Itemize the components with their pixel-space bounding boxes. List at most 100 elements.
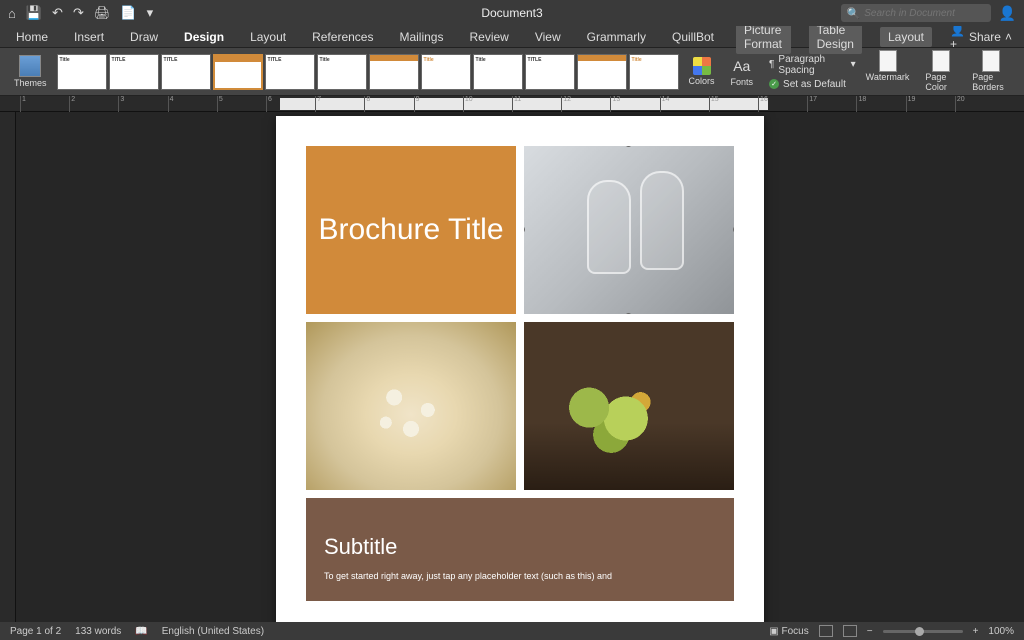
search-box[interactable]: 🔍 — [841, 4, 991, 22]
resize-handle-se[interactable] — [733, 313, 734, 314]
tab-review[interactable]: Review — [465, 28, 512, 46]
share-icon: 👤+ — [950, 23, 965, 51]
language-indicator[interactable]: English (United States) — [162, 626, 264, 637]
tab-home[interactable]: Home — [12, 28, 52, 46]
ribbon-tabs: Home Insert Draw Design Layout Reference… — [0, 26, 1024, 48]
tab-references[interactable]: References — [308, 28, 377, 46]
paragraph-icon: ¶ — [769, 59, 774, 70]
image-pasta-dish[interactable] — [306, 322, 516, 490]
page[interactable]: Brochure Title — [276, 116, 764, 622]
themes-label: Themes — [14, 78, 47, 88]
theme-thumb[interactable]: TITLE — [265, 54, 315, 90]
customize-icon[interactable]: 📄 — [120, 5, 136, 21]
tab-mailings[interactable]: Mailings — [395, 28, 447, 46]
watermark-icon — [879, 50, 897, 72]
search-input[interactable] — [864, 8, 984, 19]
zoom-in[interactable]: + — [973, 626, 979, 637]
theme-thumb[interactable]: TITLE — [577, 54, 627, 90]
view-print-layout[interactable] — [819, 625, 833, 637]
theme-thumb-selected[interactable]: Title — [213, 54, 263, 90]
resize-handle-s[interactable] — [625, 313, 632, 314]
page-color-button[interactable]: Page Color — [919, 51, 962, 92]
print-icon[interactable]: 🖨 — [94, 5, 111, 21]
check-icon: ✓ — [769, 79, 779, 89]
title-bar: ⌂ 💾 ↶ ↷ 🖨 📄 ▾ Document3 🔍 👤 — [0, 0, 1024, 26]
dropdown-icon[interactable]: ▾ — [147, 5, 154, 21]
tab-view[interactable]: View — [531, 28, 565, 46]
resize-handle-nw[interactable] — [524, 146, 525, 147]
tab-table-layout[interactable]: Layout — [880, 27, 932, 47]
share-label: Share — [969, 30, 1001, 44]
resize-handle-e[interactable] — [733, 226, 734, 233]
theme-thumb[interactable]: TITLE — [161, 54, 211, 90]
chevron-up-icon[interactable]: ˄ — [1005, 30, 1012, 44]
resize-handle-w[interactable] — [524, 226, 525, 233]
page-color-icon — [932, 50, 950, 72]
subtitle-text[interactable]: Subtitle — [324, 534, 716, 560]
spellcheck-icon[interactable]: 📖 — [135, 626, 147, 637]
fonts-icon: Aa — [732, 56, 752, 76]
tab-insert[interactable]: Insert — [70, 28, 108, 46]
paragraph-spacing-button[interactable]: ¶ Paragraph Spacing ▾ — [769, 54, 856, 76]
search-icon: 🔍 — [847, 7, 861, 20]
save-icon[interactable]: 💾 — [26, 5, 42, 21]
document-area: Brochure Title — [0, 112, 1024, 622]
themes-button[interactable]: Themes — [8, 55, 53, 88]
vertical-ruler[interactable] — [0, 112, 16, 622]
colors-icon — [693, 57, 711, 75]
quick-access-toolbar: ⌂ 💾 ↶ ↷ 🖨 📄 ▾ — [8, 5, 153, 21]
zoom-level[interactable]: 100% — [988, 626, 1014, 637]
horizontal-ruler[interactable]: 1234567891011121314151617181920 — [0, 96, 1024, 112]
fonts-button[interactable]: Aa Fonts — [725, 56, 760, 87]
undo-icon[interactable]: ↶ — [52, 5, 63, 21]
colors-button[interactable]: Colors — [683, 57, 721, 86]
share-button[interactable]: 👤+ Share ˄ — [950, 23, 1012, 51]
word-count[interactable]: 133 words — [75, 626, 121, 637]
canvas[interactable]: Brochure Title — [16, 112, 1024, 622]
tab-design[interactable]: Design — [180, 28, 228, 46]
theme-thumb[interactable]: TITLE — [109, 54, 159, 90]
theme-thumb[interactable]: Title — [629, 54, 679, 90]
brochure-title-cell[interactable]: Brochure Title — [306, 146, 516, 314]
home-icon[interactable]: ⌂ — [8, 6, 16, 21]
resize-handle-sw[interactable] — [524, 313, 525, 314]
document-formatting-gallery: Title TITLE TITLE Title TITLE Title TITL… — [57, 54, 679, 90]
status-bar: Page 1 of 2 133 words 📖 English (United … — [0, 622, 1024, 640]
ribbon: Themes Title TITLE TITLE Title TITLE Tit… — [0, 48, 1024, 96]
selection-box — [524, 146, 734, 314]
theme-thumb[interactable]: Title — [473, 54, 523, 90]
chevron-down-icon: ▾ — [851, 59, 856, 70]
redo-icon[interactable]: ↷ — [73, 5, 84, 21]
focus-mode[interactable]: ▣ Focus — [769, 626, 808, 637]
tab-draw[interactable]: Draw — [126, 28, 162, 46]
theme-thumb[interactable]: Title — [57, 54, 107, 90]
themes-icon — [19, 55, 41, 77]
subtitle-cell[interactable]: Subtitle To get started right away, just… — [306, 498, 734, 601]
page-borders-icon — [982, 50, 1000, 72]
theme-thumb[interactable]: TITLE — [525, 54, 575, 90]
zoom-out[interactable]: − — [867, 626, 873, 637]
view-web-layout[interactable] — [843, 625, 857, 637]
image-wine-glasses[interactable] — [524, 146, 734, 314]
theme-thumb[interactable]: Title — [317, 54, 367, 90]
page-background-group: Watermark Page Color Page Borders — [860, 51, 1016, 92]
resize-handle-ne[interactable] — [733, 146, 734, 147]
zoom-slider[interactable] — [883, 630, 963, 633]
user-icon[interactable]: 👤 — [999, 5, 1016, 22]
document-title: Document3 — [481, 6, 542, 20]
tab-quillbot[interactable]: QuillBot — [668, 28, 718, 46]
page-indicator[interactable]: Page 1 of 2 — [10, 626, 61, 637]
theme-thumb[interactable]: Title — [421, 54, 471, 90]
zoom-thumb[interactable] — [915, 627, 924, 636]
image-salad-dish[interactable] — [524, 322, 734, 490]
tab-grammarly[interactable]: Grammarly — [583, 28, 650, 46]
watermark-button[interactable]: Watermark — [860, 51, 916, 92]
brochure-title-text[interactable]: Brochure Title — [318, 212, 503, 248]
tab-layout[interactable]: Layout — [246, 28, 290, 46]
resize-handle-n[interactable] — [625, 146, 632, 147]
spacing-group: ¶ Paragraph Spacing ▾ ✓ Set as Default — [769, 54, 856, 90]
body-text[interactable]: To get started right away, just tap any … — [324, 570, 716, 583]
theme-thumb[interactable]: TITLE — [369, 54, 419, 90]
set-default-button[interactable]: ✓ Set as Default — [769, 79, 856, 90]
page-borders-button[interactable]: Page Borders — [966, 51, 1016, 92]
